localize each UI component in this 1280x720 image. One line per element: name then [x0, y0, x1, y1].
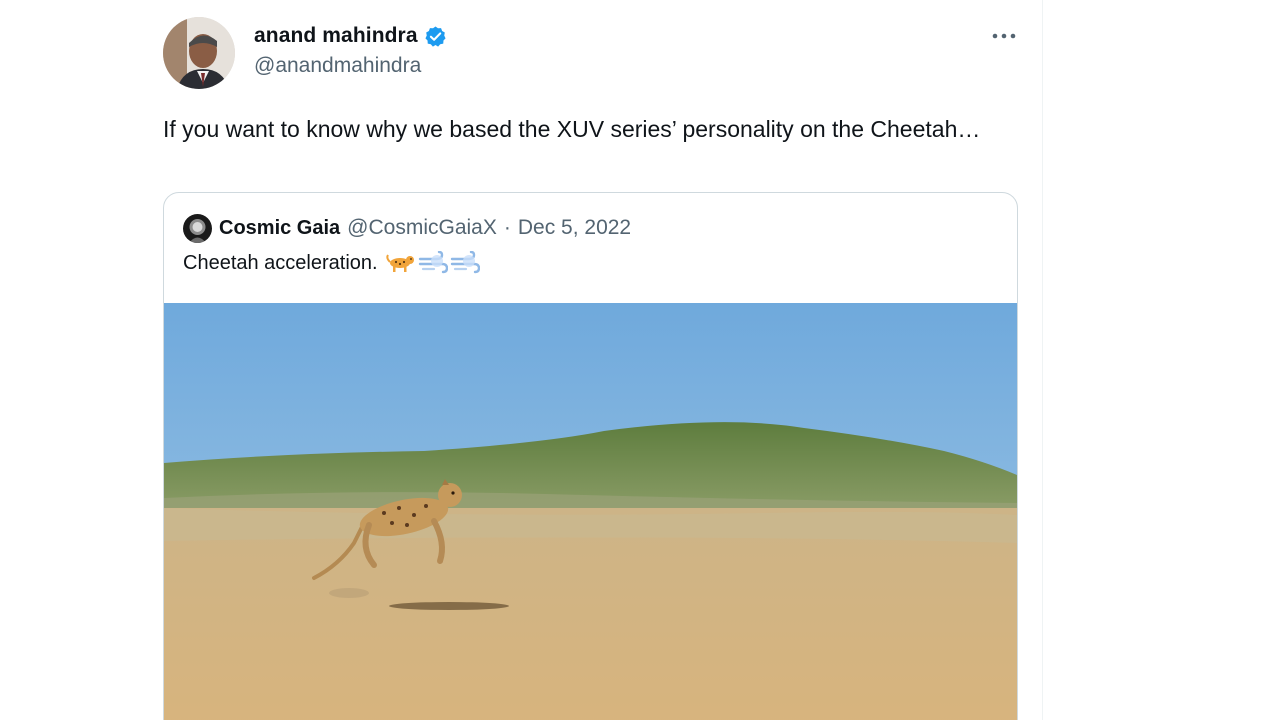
- author-avatar-image: [163, 17, 235, 89]
- quoted-author-name[interactable]: Cosmic Gaia: [219, 217, 340, 240]
- author-avatar[interactable]: [163, 17, 235, 89]
- quoted-tweet-text: Cheetah acceleration.: [183, 251, 378, 274]
- quoted-date[interactable]: Dec 5, 2022: [518, 216, 631, 240]
- more-options-button[interactable]: [988, 24, 1020, 48]
- cheetah-running-image: [164, 303, 1017, 720]
- dash-icon: [450, 251, 480, 274]
- quoted-author-handle[interactable]: @CosmicGaiaX: [347, 216, 497, 240]
- tweet-text: If you want to know why we based the XUV…: [163, 116, 981, 142]
- dash-icon: [418, 251, 448, 274]
- tweet-page: anand mahindra @anandmahindra If you wan…: [0, 0, 1280, 720]
- quoted-media-video[interactable]: [164, 303, 1017, 720]
- leopard-icon: [385, 254, 414, 272]
- more-dots-icon: [992, 33, 1016, 39]
- quoted-tweet-header: Cosmic Gaia @CosmicGaiaX · Dec 5, 2022: [183, 213, 631, 243]
- quoted-separator: ·: [503, 216, 511, 239]
- quoted-tweet-card[interactable]: Cosmic Gaia @CosmicGaiaX · Dec 5, 2022 C…: [163, 192, 1018, 720]
- verified-badge-icon[interactable]: [424, 25, 447, 48]
- author-name-row: anand mahindra: [254, 22, 447, 50]
- column-divider: [1042, 0, 1043, 720]
- quoted-tweet-text-row: Cheetah acceleration.: [183, 251, 480, 275]
- author-handle[interactable]: @anandmahindra: [254, 54, 421, 78]
- author-name[interactable]: anand mahindra: [254, 24, 418, 48]
- quoted-author-avatar[interactable]: [183, 213, 212, 243]
- emoji-group: [385, 251, 480, 275]
